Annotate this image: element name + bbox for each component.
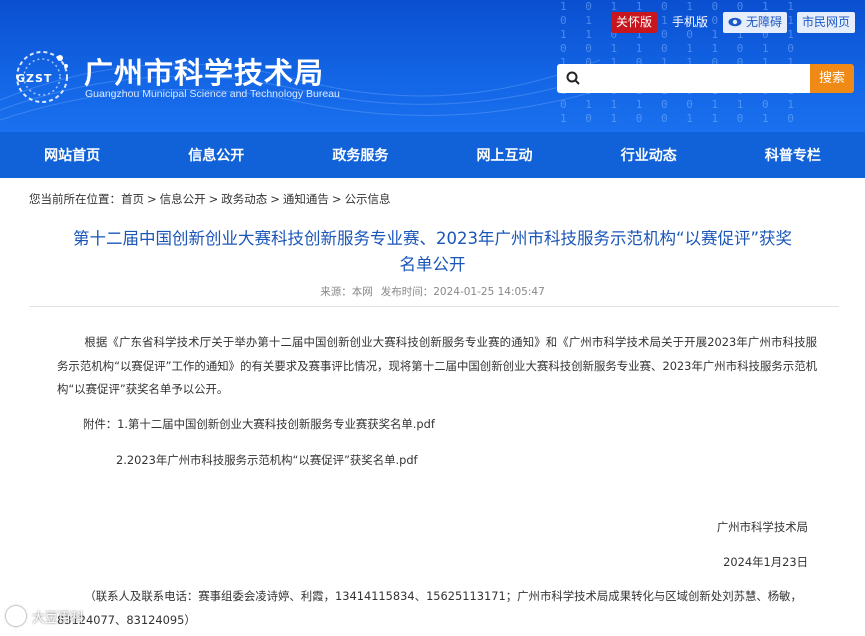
nav-item-popular-science[interactable]: 科普专栏	[723, 145, 863, 165]
nav-item-gov-service[interactable]: 政务服务	[290, 145, 430, 165]
article-body: 根据《广东省科学技术厅关于举办第十二届中国创新创业大赛科技创新服务专业赛的通知》…	[57, 335, 817, 396]
search-box	[557, 64, 810, 93]
article-meta: 来源：本网 发布时间：2024-01-25 14:05:47	[0, 284, 865, 299]
article-title-line2: 名单公开	[399, 255, 466, 274]
accessibility-link[interactable]: 无障碍	[722, 11, 787, 33]
breadcrumb-item-notices[interactable]: 通知通告	[283, 192, 329, 206]
article-title-line1: 第十二届中国创新创业大赛科技创新服务专业赛、2023年广州市科技服务示范机构“以…	[72, 229, 793, 248]
attachment-link-1[interactable]: 附件：1.第十二届中国创新创业大赛科技创新服务专业赛获奖名单.pdf	[83, 416, 435, 432]
breadcrumb-separator: >	[331, 192, 342, 206]
watermark: 大豆百科	[6, 606, 84, 626]
article-title: 第十二届中国创新创业大赛科技创新服务专业赛、2023年广州市科技服务示范机构“以…	[50, 226, 815, 278]
breadcrumb-item-home[interactable]: 首页	[121, 192, 144, 206]
nav-item-home[interactable]: 网站首页	[2, 145, 142, 165]
signature-date: 2024年1月23日	[723, 555, 808, 569]
contact-info: （联系人及联系电话：赛事组委会凌诗婷、利霞，13414115834、156251…	[57, 589, 802, 627]
top-links: 关怀版 手机版 无障碍 市民网页	[610, 11, 865, 33]
logo-mark-text: GZST	[16, 72, 53, 85]
camera-watermark-icon	[6, 606, 26, 626]
site-header: 1 0 1 1 0 1 0 0 1 1 0 1 0 0 1 1 0 1 0 1 …	[0, 0, 865, 132]
attachment-link-2[interactable]: 2.2023年广州市科技服务示范机构“以赛促评”获奖名单.pdf	[116, 452, 418, 468]
breadcrumb-separator: >	[208, 192, 219, 206]
site-title[interactable]: 广州市科学技术局	[84, 50, 324, 92]
divider	[29, 306, 839, 307]
publish-time-label: 发布时间：	[380, 286, 434, 298]
search-button[interactable]: 搜索	[810, 64, 854, 93]
breadcrumb-item-gov-news[interactable]: 政务动态	[221, 192, 267, 206]
watermark-text: 大豆百科	[32, 610, 85, 626]
eye-icon	[728, 17, 742, 27]
accessibility-label: 无障碍	[745, 14, 782, 29]
breadcrumb-prefix: 您当前所在位置：	[29, 192, 121, 206]
signature-organization: 广州市科学技术局	[716, 520, 808, 534]
citizen-page-link[interactable]: 市民网页	[796, 11, 855, 33]
breadcrumb-separator: >	[147, 192, 157, 206]
search-input[interactable]	[585, 64, 805, 93]
care-version-link[interactable]: 关怀版	[610, 11, 657, 33]
breadcrumb-separator: >	[270, 192, 280, 206]
nav-item-info-disclosure[interactable]: 信息公开	[146, 145, 286, 165]
gzst-logo-icon[interactable]: GZST	[12, 48, 74, 106]
site-subtitle: Guangzhou Municipal Science and Technolo…	[85, 88, 340, 100]
breadcrumb-item-public-info[interactable]: 公示信息	[345, 192, 391, 206]
publish-time: 2024-01-25 14:05:47	[433, 286, 545, 298]
nav-item-online-interaction[interactable]: 网上互动	[435, 145, 575, 165]
mobile-version-link[interactable]: 手机版	[667, 12, 713, 33]
search-icon	[566, 71, 580, 85]
main-nav: 网站首页 信息公开 政务服务 网上互动 行业动态 科普专栏	[0, 132, 865, 178]
nav-item-industry-news[interactable]: 行业动态	[579, 145, 719, 165]
breadcrumb-item-info-disclosure[interactable]: 信息公开	[160, 192, 206, 206]
article-source: 来源：本网	[320, 286, 373, 298]
breadcrumb: 您当前所在位置：首页 > 信息公开 > 政务动态 > 通知通告 > 公示信息	[29, 191, 391, 207]
